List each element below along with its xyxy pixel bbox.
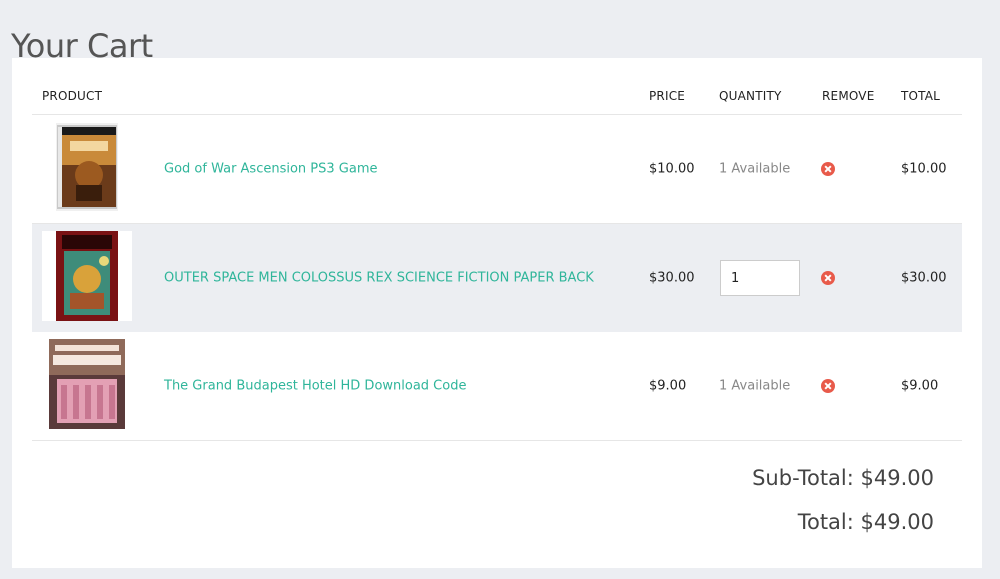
header-quantity: QUANTITY: [719, 89, 782, 103]
movie-poster-image[interactable]: [49, 339, 125, 433]
quantity-available: 1 Available: [719, 378, 791, 394]
price-value: $30.00: [649, 270, 695, 286]
product-link[interactable]: The Grand Budapest Hotel HD Download Cod…: [164, 379, 466, 394]
header-total: TOTAL: [901, 89, 941, 103]
subtotal-text: Sub-Total: $49.00: [752, 466, 934, 490]
paperback-cover-image[interactable]: [42, 231, 132, 325]
remove-icon[interactable]: [821, 271, 835, 285]
table-row: OUTER SPACE MEN COLOSSUS REX SCIENCE FIC…: [32, 224, 962, 332]
price-value: $10.00: [649, 161, 695, 177]
product-link[interactable]: God of War Ascension PS3 Game: [164, 162, 378, 177]
cart-table: PRODUCT PRICE QUANTITY REMOVE TOTAL God …: [32, 58, 962, 441]
table-row: God of War Ascension PS3 Game $10.00 1 A…: [32, 115, 962, 224]
header-remove: REMOVE: [822, 89, 875, 103]
total-text: Total: $49.00: [797, 510, 934, 534]
line-total: $30.00: [901, 270, 947, 286]
header-price: PRICE: [649, 89, 686, 103]
header-product: PRODUCT: [42, 89, 103, 103]
remove-icon[interactable]: [821, 379, 835, 393]
cart-panel: PRODUCT PRICE QUANTITY REMOVE TOTAL God …: [12, 58, 982, 568]
quantity-available: 1 Available: [719, 161, 791, 177]
line-total: $10.00: [901, 161, 947, 177]
product-link[interactable]: OUTER SPACE MEN COLOSSUS REX SCIENCE FIC…: [164, 271, 594, 286]
table-row: The Grand Budapest Hotel HD Download Cod…: [32, 332, 962, 441]
table-header: PRODUCT PRICE QUANTITY REMOVE TOTAL: [32, 58, 962, 115]
game-case-image[interactable]: [56, 123, 118, 215]
quantity-input[interactable]: [720, 260, 800, 296]
remove-icon[interactable]: [821, 162, 835, 176]
line-total: $9.00: [901, 378, 939, 394]
price-value: $9.00: [649, 378, 687, 394]
